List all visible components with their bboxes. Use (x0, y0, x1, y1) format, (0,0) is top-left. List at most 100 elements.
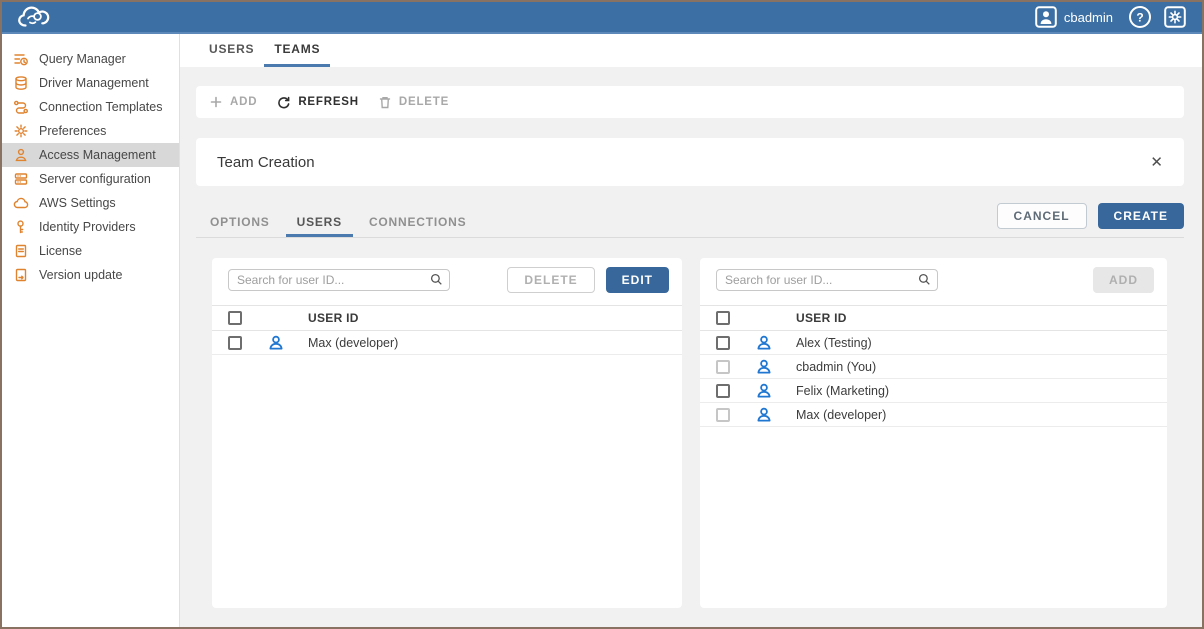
user-row-icon (748, 406, 780, 424)
plus-icon (210, 96, 222, 108)
search-icon (430, 273, 443, 291)
main-content: USERS TEAMS ADD REFRESH DELE (180, 34, 1202, 627)
admin-sidebar: Query Manager Driver Management Connecti… (2, 34, 180, 627)
refresh-icon (277, 96, 290, 109)
row-checkbox[interactable] (228, 336, 242, 350)
sidebar-item-version-update[interactable]: Version update (2, 263, 179, 287)
sidebar-item-label: Identity Providers (39, 220, 136, 234)
svg-text:?: ? (1136, 11, 1143, 25)
available-users-toolbar: ADD (700, 258, 1167, 293)
user-row-icon (260, 334, 292, 352)
sidebar-item-server-configuration[interactable]: Server configuration (2, 167, 179, 191)
delete-team-label: DELETE (399, 96, 449, 108)
user-id-cell: Alex (Testing) (780, 336, 1167, 350)
refresh-button[interactable]: REFRESH (277, 96, 359, 109)
search-icon (918, 273, 931, 291)
teams-toolbar: ADD REFRESH DELETE (196, 86, 1184, 118)
subtab-connections[interactable]: CONNECTIONS (358, 210, 477, 237)
delete-user-button[interactable]: DELETE (507, 267, 594, 293)
table-row[interactable]: Alex (Testing) (700, 331, 1167, 355)
close-icon[interactable]: ✕ (1150, 155, 1163, 170)
team-creation-subtab-row: OPTIONS USERS CONNECTIONS CANCEL CREATE (196, 186, 1184, 238)
database-icon (13, 75, 29, 91)
sidebar-item-label: Version update (39, 268, 122, 282)
sidebar-item-label: Query Manager (39, 52, 126, 66)
app-body: Query Manager Driver Management Connecti… (2, 34, 1202, 627)
help-icon[interactable]: ? (1128, 5, 1152, 29)
cloudbeaver-logo-icon (16, 4, 52, 30)
search-input[interactable] (716, 269, 938, 291)
user-avatar-icon (1035, 6, 1057, 28)
user-id-cell: Max (developer) (780, 408, 1167, 422)
sidebar-item-label: AWS Settings (39, 196, 116, 210)
table-row[interactable]: Max (developer) (212, 331, 682, 355)
sidebar-item-label: License (39, 244, 82, 258)
panel-title: Team Creation (217, 154, 315, 171)
settings-gear-icon[interactable] (1164, 6, 1186, 28)
team-members-panel: DELETE EDIT USER ID (212, 258, 682, 608)
user-menu[interactable]: cbadmin (1035, 6, 1113, 28)
user-icon (13, 147, 29, 163)
connection-route-icon (13, 99, 29, 115)
row-checkbox[interactable] (716, 384, 730, 398)
add-team-button[interactable]: ADD (210, 96, 257, 108)
trash-icon (379, 96, 391, 109)
delete-team-button[interactable]: DELETE (379, 96, 449, 109)
table-row[interactable]: Felix (Marketing) (700, 379, 1167, 403)
team-members-buttons: DELETE EDIT (507, 267, 669, 293)
row-checkbox-disabled (716, 408, 730, 422)
select-all-checkbox[interactable] (228, 311, 242, 325)
version-update-icon (13, 267, 29, 283)
sidebar-item-driver-management[interactable]: Driver Management (2, 71, 179, 95)
access-management-tabs: USERS TEAMS (180, 34, 1202, 67)
sidebar-item-preferences[interactable]: Preferences (2, 119, 179, 143)
select-all-checkbox[interactable] (716, 311, 730, 325)
sidebar-item-aws-settings[interactable]: AWS Settings (2, 191, 179, 215)
add-team-label: ADD (230, 96, 257, 108)
edit-button[interactable]: EDIT (606, 267, 669, 293)
user-row-icon (748, 334, 780, 352)
create-button[interactable]: CREATE (1098, 203, 1184, 229)
cancel-button[interactable]: CANCEL (997, 203, 1087, 229)
row-checkbox-disabled (716, 360, 730, 374)
user-id-cell: cbadmin (You) (780, 360, 1167, 374)
sidebar-item-identity-providers[interactable]: Identity Providers (2, 215, 179, 239)
username-label: cbadmin (1064, 10, 1113, 25)
available-users-search (716, 269, 938, 291)
team-members-toolbar: DELETE EDIT (212, 258, 682, 293)
row-checkbox[interactable] (716, 336, 730, 350)
sidebar-item-label: Access Management (39, 148, 156, 162)
add-user-button[interactable]: ADD (1093, 267, 1154, 293)
cloud-icon (13, 195, 29, 211)
subtab-users[interactable]: USERS (286, 210, 353, 237)
user-assignment-panels: DELETE EDIT USER ID (212, 258, 1167, 608)
app-window: cbadmin ? Query M (0, 0, 1204, 629)
search-input[interactable] (228, 269, 450, 291)
sidebar-item-access-management[interactable]: Access Management (2, 143, 179, 167)
tab-teams[interactable]: TEAMS (264, 34, 330, 67)
sidebar-item-connection-templates[interactable]: Connection Templates (2, 95, 179, 119)
key-icon (13, 219, 29, 235)
table-row[interactable]: cbadmin (You) (700, 355, 1167, 379)
team-creation-subtabs: OPTIONS USERS CONNECTIONS (199, 210, 477, 237)
tab-users[interactable]: USERS (199, 34, 264, 67)
gear-icon (13, 123, 29, 139)
query-manager-icon (13, 51, 29, 67)
available-users-panel: ADD USER ID (700, 258, 1167, 608)
sidebar-item-label: Driver Management (39, 76, 149, 90)
server-icon (13, 171, 29, 187)
teams-page: ADD REFRESH DELETE Team Creation ✕ (180, 67, 1202, 627)
available-users-table: USER ID Alex (Testing) (700, 305, 1167, 427)
subtab-options[interactable]: OPTIONS (199, 210, 281, 237)
table-row[interactable]: Max (developer) (700, 403, 1167, 427)
table-header-row: USER ID (212, 305, 682, 331)
refresh-label: REFRESH (298, 96, 359, 108)
available-users-buttons: ADD (1093, 267, 1154, 293)
sidebar-item-label: Preferences (39, 124, 106, 138)
user-row-icon (748, 382, 780, 400)
team-creation-panel-header: Team Creation ✕ (196, 138, 1184, 186)
team-members-table: USER ID Max (developer) (212, 305, 682, 355)
sidebar-item-license[interactable]: License (2, 239, 179, 263)
column-header-user-id: USER ID (780, 311, 1167, 325)
sidebar-item-query-manager[interactable]: Query Manager (2, 47, 179, 71)
